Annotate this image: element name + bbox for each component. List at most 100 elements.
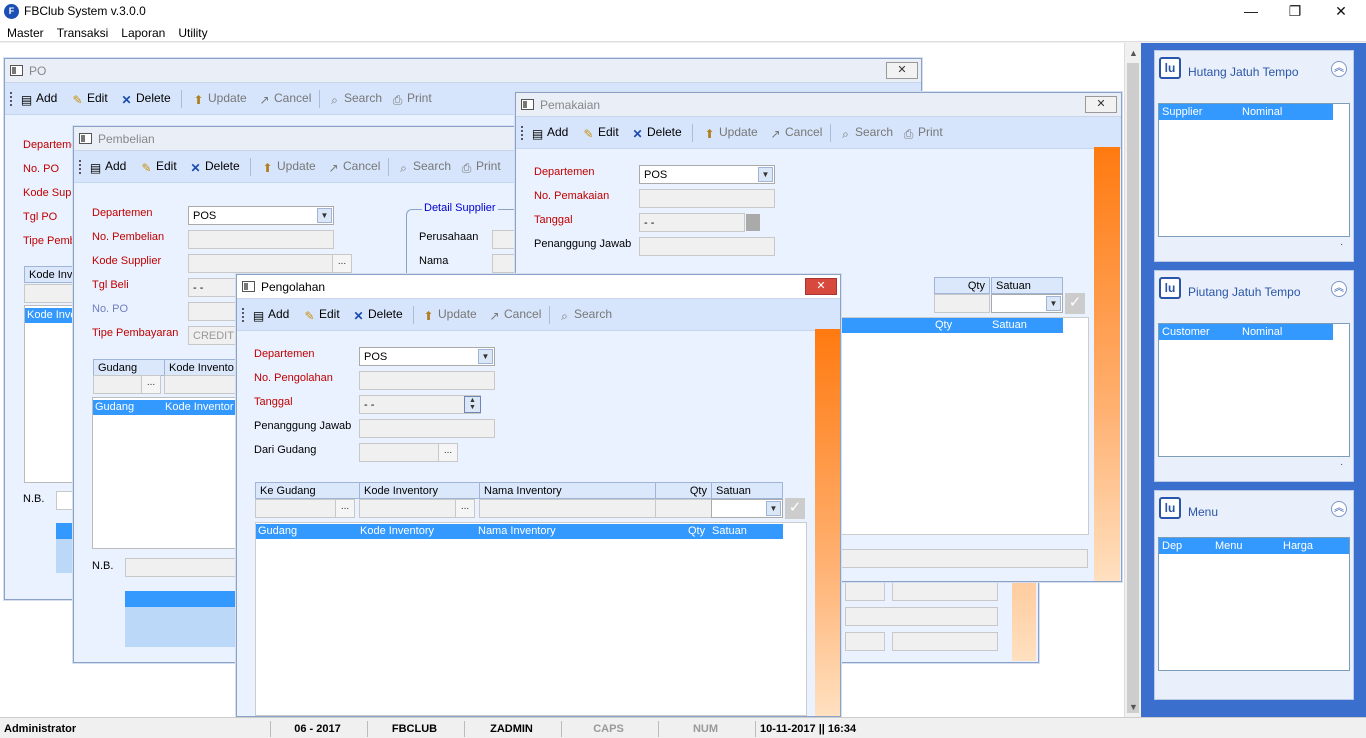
pembelian-kode-supplier-input[interactable] [188, 254, 334, 273]
mdi-vertical-scrollbar[interactable]: ▲ ▼ [1124, 43, 1141, 717]
hutang-panel-header: lu Hutang Jatuh Tempo ︽ [1155, 51, 1353, 93]
pemakaian-delete-button[interactable]: ✕ Delete [630, 125, 682, 141]
pembelian-update-button[interactable]: ⬆ Update [260, 159, 315, 175]
pembelian-delete-button[interactable]: ✕ Delete [188, 159, 239, 175]
pemakaian-cancel-button[interactable]: ↗ Cancel [768, 125, 822, 141]
collapse-chevron-icon[interactable]: ︽ [1331, 281, 1347, 297]
pemakaian-confirm-check-icon[interactable]: ✓ [1065, 293, 1085, 314]
pembelian-summary-input-1[interactable] [845, 582, 885, 601]
menu-grid[interactable]: Dep Menu Harga [1158, 537, 1350, 671]
pengolahan-dari-gudang-input[interactable] [359, 443, 439, 462]
collapse-chevron-icon[interactable]: ︽ [1331, 501, 1347, 517]
pemakaian-departemen-select[interactable]: POS ▼ [639, 165, 775, 184]
pengolahan-kode-lookup-button[interactable]: ... [455, 499, 475, 518]
pengolahan-delete-button[interactable]: ✕ Delete [351, 307, 402, 323]
scroll-down-icon[interactable]: ▼ [1125, 699, 1142, 715]
pembelian-gudang-lookup-button[interactable]: ... [141, 375, 161, 394]
minimize-button[interactable]: — [1228, 0, 1274, 24]
pengolahan-tanggal-spinner[interactable]: ▲ ▼ [464, 396, 481, 413]
pembelian-supplier-lookup-button[interactable]: ... [332, 254, 352, 273]
toolbar-separator [830, 124, 831, 142]
pemakaian-tanggal-spinner[interactable] [746, 214, 760, 231]
pemakaian-no-input[interactable] [639, 189, 775, 208]
pengolahan-grid-body[interactable] [255, 522, 807, 716]
pengolahan-dari-gudang-lookup-button[interactable]: ... [438, 443, 458, 462]
delete-label: Delete [647, 125, 682, 139]
pemakaian-update-button[interactable]: ⬆ Update [702, 125, 757, 141]
pengolahan-update-button[interactable]: ⬆ Update [421, 307, 476, 323]
po-close-button[interactable]: ✕ [886, 62, 918, 79]
pemakaian-satuan-select[interactable]: ▼ [991, 294, 1063, 313]
pengolahan-satuan-select[interactable]: ▼ [711, 499, 783, 518]
chevron-down-icon: ▼ [758, 167, 773, 182]
pembelian-departemen-select[interactable]: POS ▼ [188, 206, 334, 225]
pengolahan-ke-gudang-lookup-button[interactable]: ... [335, 499, 355, 518]
menu-utility[interactable]: Utility [171, 24, 213, 40]
pembelian-gudang-input[interactable] [93, 375, 147, 394]
pemakaian-print-button[interactable]: ⎙ Print [901, 125, 943, 141]
pemakaian-footer-input[interactable] [841, 549, 1088, 568]
pengolahan-nama-input[interactable] [479, 499, 656, 518]
menu-laporan[interactable]: Laporan [114, 24, 171, 40]
pemakaian-qty-input[interactable] [934, 294, 990, 313]
menu-transaksi[interactable]: Transaksi [50, 24, 115, 40]
po-print-button[interactable]: ⎙ Print [390, 91, 432, 107]
pembelian-grid-body[interactable] [92, 397, 240, 549]
pengolahan-confirm-check-icon[interactable]: ✓ [785, 498, 805, 519]
pembelian-edit-button[interactable]: ✎ Edit [139, 159, 176, 175]
pembelian-summary-input-5[interactable] [892, 632, 998, 651]
pembelian-nb-input[interactable] [125, 558, 237, 577]
pengolahan-tanggal-input[interactable]: - - [359, 395, 481, 414]
pengolahan-ke-gudang-input[interactable] [255, 499, 341, 518]
pemakaian-penanggung-input[interactable] [639, 237, 775, 256]
pembelian-summary-input-4[interactable] [845, 632, 885, 651]
pengolahan-cancel-button[interactable]: ↗ Cancel [487, 307, 541, 323]
scroll-thumb[interactable] [1127, 63, 1139, 713]
status-datetime: 10-11-2017 || 16:34 [755, 721, 885, 737]
pengolahan-no-input[interactable] [359, 371, 495, 390]
pengolahan-departemen-select[interactable]: POS ▼ [359, 347, 495, 366]
po-search-button[interactable]: ⌕ Search [327, 91, 382, 107]
po-delete-button[interactable]: ✕ Delete [119, 91, 170, 107]
pemakaian-tanggal-input[interactable]: - - [639, 213, 745, 232]
pengolahan-kode-input[interactable] [359, 499, 461, 518]
pemakaian-grid-selected-row[interactable]: Qty Satuan [841, 318, 1063, 333]
po-update-button[interactable]: ⬆ Update [191, 91, 246, 107]
po-cancel-button[interactable]: ↗ Cancel [257, 91, 311, 107]
piutang-grid[interactable]: Customer Nominal [1158, 323, 1350, 457]
pengolahan-add-button[interactable]: ▤ Add [251, 307, 290, 323]
pengolahan-qty-input[interactable] [655, 499, 712, 518]
pembelian-departemen-label: Departemen [92, 207, 153, 219]
pembelian-no-input[interactable] [188, 230, 334, 249]
pengolahan-edit-button[interactable]: ✎ Edit [302, 307, 339, 323]
pengolahan-close-button[interactable]: ✕ [805, 278, 837, 295]
po-edit-button[interactable]: ✎ Edit [70, 91, 107, 107]
pembelian-print-button[interactable]: ⎙ Print [459, 159, 501, 175]
edit-icon: ✎ [583, 127, 594, 141]
scroll-up-icon[interactable]: ▲ [1125, 45, 1142, 61]
pembelian-search-button[interactable]: ⌕ Search [396, 159, 451, 175]
collapse-chevron-icon[interactable]: ︽ [1331, 61, 1347, 77]
pemakaian-edit-button[interactable]: ✎ Edit [581, 125, 618, 141]
hutang-grid[interactable]: Supplier Nominal [1158, 103, 1350, 237]
pembelian-cancel-button[interactable]: ↗ Cancel [326, 159, 380, 175]
edit-icon: ✎ [72, 93, 83, 107]
restore-button[interactable]: ❐ [1272, 0, 1318, 24]
menu-master[interactable]: Master [0, 24, 50, 40]
close-app-button[interactable]: ✕ [1318, 0, 1364, 24]
pembelian-summary-input-2[interactable] [892, 582, 998, 601]
pembelian-add-button[interactable]: ▤ Add [88, 159, 127, 175]
pemakaian-add-button[interactable]: ▤ Add [530, 125, 569, 141]
pengolahan-penanggung-input[interactable] [359, 419, 495, 438]
pengolahan-search-button[interactable]: ⌕ Search [557, 307, 612, 323]
pembelian-kode-input[interactable] [164, 375, 239, 394]
invoice-icon: lu [1159, 277, 1181, 299]
pemakaian-grid-body[interactable] [841, 317, 1089, 535]
pembelian-grid-selected-row[interactable]: Gudang Kode Inventor [93, 400, 239, 415]
po-add-button[interactable]: ▤ Add [19, 91, 58, 107]
print-icon: ⎙ [903, 127, 914, 141]
pemakaian-search-button[interactable]: ⌕ Search [838, 125, 893, 141]
pembelian-summary-input-3[interactable] [845, 607, 998, 626]
pengolahan-grid-selected-row[interactable]: Gudang Kode Inventory Nama Inventory Qty… [256, 524, 783, 539]
pemakaian-close-button[interactable]: ✕ [1085, 96, 1117, 113]
